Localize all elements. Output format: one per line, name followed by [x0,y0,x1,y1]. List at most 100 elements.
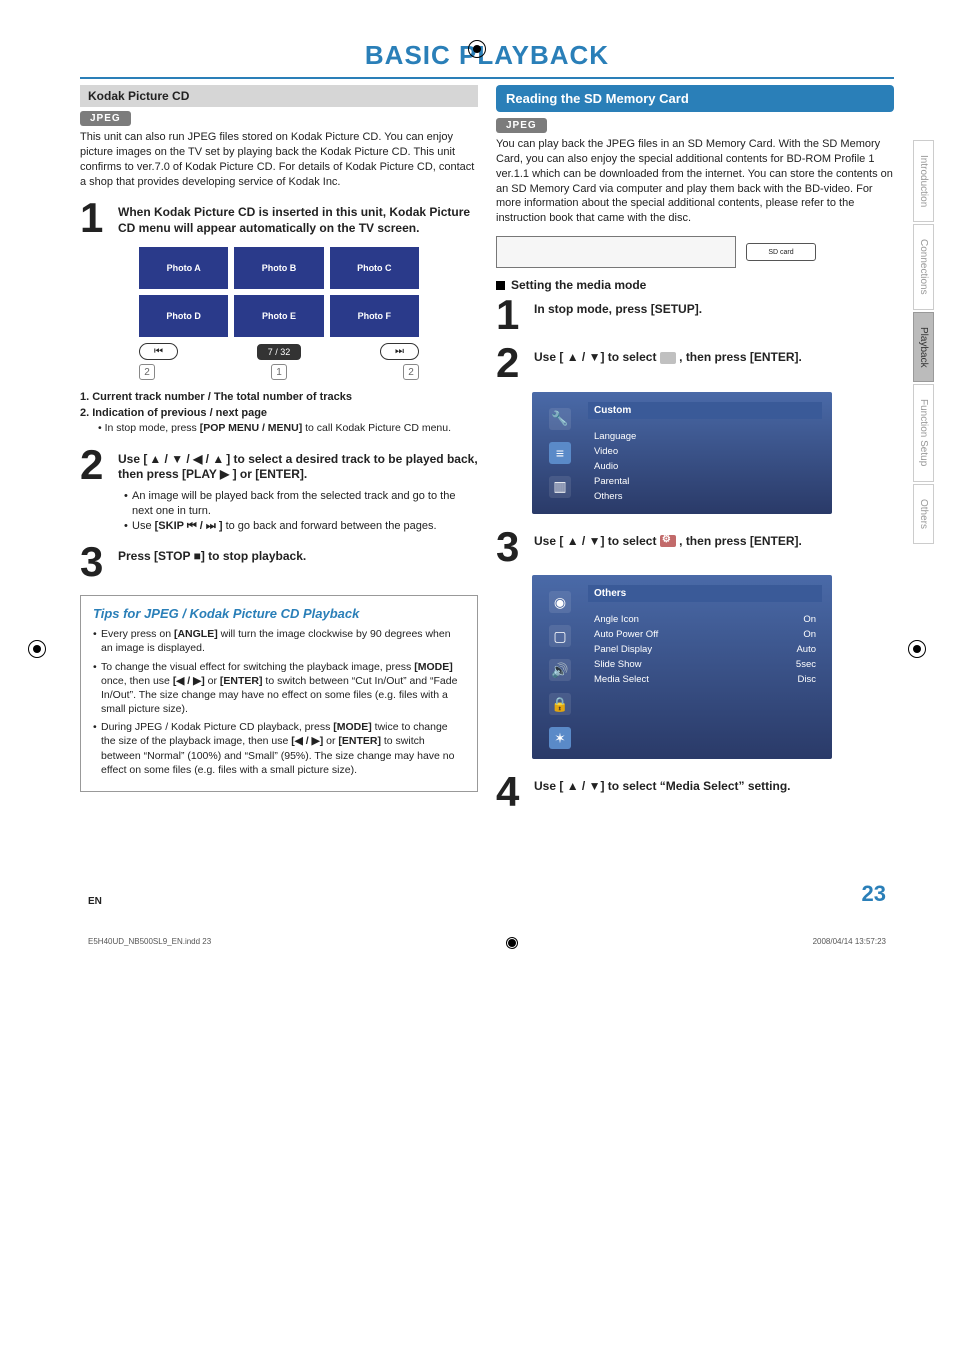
title-rule [80,77,894,79]
step-3: 3 Press [STOP ■] to stop playback. [80,543,478,581]
osd-row-mediaselect: Media SelectDisc [588,672,822,687]
file-line: E5H40UD_NB500SL9_EN.indd 23 [88,937,211,949]
kodak-heading: Kodak Picture CD [80,85,478,107]
gear-pink-icon [660,535,676,547]
legend-list: 1. Current track number / The total numb… [80,390,478,435]
speaker-icon: 🔊 [549,659,571,681]
annotation-2-right: 2 [403,364,419,380]
photo-grid: Photo A Photo B Photo C Photo D Photo E … [139,247,419,380]
tip-1: Every press on [ANGLE] will turn the ima… [93,627,465,655]
page-title: BASIC PLAYBACK [80,40,894,71]
page-footer: EN 23 [80,881,894,907]
r-step-1-text: In stop mode, press [SETUP]. [534,296,702,334]
player-device-icon [496,236,736,268]
osd-others-title: Others [588,585,822,602]
osd-row-panel: Panel DisplayAuto [588,642,822,657]
device-illustration: SD card [496,236,894,268]
step-2-bullet-2: Use [SKIP ⏮ / ⏭ ] to go back and forward… [124,519,478,534]
legend-2: 2. Indication of previous / next page [80,406,478,421]
tips-box: Tips for JPEG / Kodak Picture CD Playbac… [80,595,478,792]
register-mark-top [468,40,486,58]
photo-a: Photo A [139,247,228,289]
print-footer: E5H40UD_NB500SL9_EN.indd 23 2008/04/14 1… [80,937,894,949]
sd-section-heading: Reading the SD Memory Card [496,85,894,112]
photo-b: Photo B [234,247,323,289]
kodak-intro: This unit can also run JPEG files stored… [80,130,478,189]
step-1-number: 1 [80,199,110,237]
arrows-icon: ▲ / ▼ / ◀ / ▲ [147,452,226,468]
left-column: Kodak Picture CD JPEG This unit can also… [80,85,478,821]
register-mark-right [908,640,926,658]
monitor-icon: ▢ [549,625,571,647]
tab-others: Others [913,484,934,544]
step-1: 1 When Kodak Picture CD is inserted in t… [80,199,478,237]
photo-d: Photo D [139,295,228,337]
photo-c: Photo C [330,247,419,289]
osd-others: ◉ ▢ 🔊 🔒 ✶ Others Angle IconOn Auto Power… [532,575,832,759]
nav-next-button[interactable]: ⏭ [380,343,419,360]
register-mark-left [28,640,46,658]
print-timestamp: 2008/04/14 13:57:23 [813,937,886,949]
sliders-icon: ≡ [549,442,571,464]
language-label: EN [88,896,102,907]
photo-f: Photo F [330,295,419,337]
step-1-text: When Kodak Picture CD is inserted in thi… [118,199,478,237]
tip-3: During JPEG / Kodak Picture CD playback,… [93,720,465,777]
tip-2: To change the visual effect for switchin… [93,660,465,717]
wrench-icon: 🔧 [549,408,571,430]
right-column: Reading the SD Memory Card JPEG You can … [496,85,894,821]
r-step-2-text: Use [ ▲ / ▼] to select , then press [ENT… [534,344,802,382]
disc-icon: ◉ [549,591,571,613]
step-2-number: 2 [80,446,110,534]
legend-1: 1. Current track number / The total numb… [80,390,478,405]
step-3-text: Press [STOP ■] to stop playback. [118,543,306,581]
tips-title: Tips for JPEG / Kodak Picture CD Playbac… [93,606,465,621]
osd-item-audio: Audio [588,459,822,474]
side-tabs: Introduction Connections Playback Functi… [913,140,934,544]
annotation-2-left: 2 [139,364,155,380]
r-step-1-number: 1 [496,296,526,334]
tab-connections: Connections [913,224,934,310]
lock-icon: 🔒 [549,693,571,715]
jpeg-tag-right: JPEG [496,118,547,133]
osd-item-language: Language [588,429,822,444]
osd-custom-title: Custom [588,402,822,419]
annotation-1: 1 [271,364,287,380]
jpeg-tag: JPEG [80,111,131,126]
r-step-2-number: 2 [496,344,526,382]
photo-e: Photo E [234,295,323,337]
r-step-3-text: Use [ ▲ / ▼] to select , then press [ENT… [534,528,802,566]
tab-function-setup: Function Setup [913,384,934,481]
r-step-4: 4 Use [ ▲ / ▼] to select “Media Select” … [496,773,894,811]
sd-intro: You can play back the JPEG files in an S… [496,137,894,226]
osd-row-autopower: Auto Power OffOn [588,627,822,642]
step-3-number: 3 [80,543,110,581]
step-2-bullet-1: An image will be played back from the se… [124,489,478,519]
r-step-4-text: Use [ ▲ / ▼] to select “Media Select” se… [534,773,791,811]
osd-row-slideshow: Slide Show5sec [588,657,822,672]
page-number: 23 [862,881,886,907]
osd-custom: 🔧 ≡ ▥ Custom Language Video Audio Parent… [532,392,832,514]
nav-prev-button[interactable]: ⏮ [139,343,178,360]
gear-icon: ✶ [549,727,571,749]
r-step-3: 3 Use [ ▲ / ▼] to select , then press [E… [496,528,894,566]
legend-2-sub: • In stop mode, press [POP MENU / MENU] … [98,421,478,436]
osd-item-others: Others [588,489,822,504]
osd-item-video: Video [588,444,822,459]
tab-playback: Playback [913,312,934,383]
nav-count: 7 / 32 [257,344,302,360]
r-step-2: 2 Use [ ▲ / ▼] to select , then press [E… [496,344,894,382]
r-step-1: 1 In stop mode, press [SETUP]. [496,296,894,334]
picture-icon: ▥ [549,476,571,498]
register-mark-bottom [506,937,518,949]
r-step-4-number: 4 [496,773,526,811]
r-step-3-number: 3 [496,528,526,566]
tab-introduction: Introduction [913,140,934,222]
step-2: 2 Use [▲ / ▼ / ◀ / ▲] to select a desire… [80,446,478,534]
sd-card-icon: SD card [746,243,816,261]
setting-mode-heading: Setting the media mode [496,278,894,292]
slider-icon [660,352,676,364]
step-2-text: Use [▲ / ▼ / ◀ / ▲] to select a desired … [118,446,478,534]
osd-item-parental: Parental [588,474,822,489]
osd-row-angle: Angle IconOn [588,612,822,627]
